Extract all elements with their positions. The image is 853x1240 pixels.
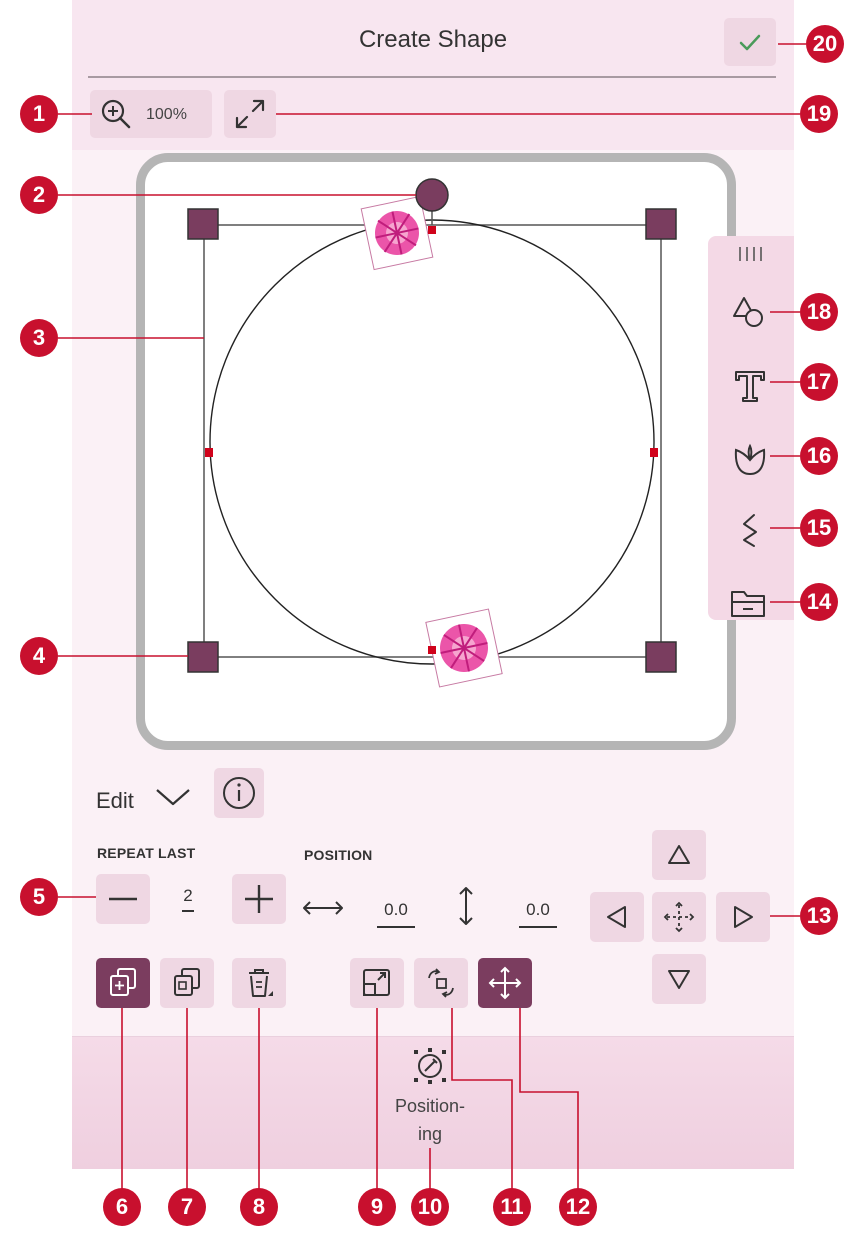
callout-14: 14 [800, 583, 838, 621]
callout-20: 20 [806, 25, 844, 63]
callout-6: 6 [103, 1188, 141, 1226]
callout-13: 13 [800, 897, 838, 935]
callout-2: 2 [20, 176, 58, 214]
callout-11: 11 [493, 1188, 531, 1226]
callout-12: 12 [559, 1188, 597, 1226]
callout-15: 15 [800, 509, 838, 547]
callout-10: 10 [411, 1188, 449, 1226]
callout-5: 5 [20, 878, 58, 916]
callout-8: 8 [240, 1188, 278, 1226]
callout-4: 4 [20, 637, 58, 675]
callout-17: 17 [800, 363, 838, 401]
callout-9: 9 [358, 1188, 396, 1226]
callout-19: 19 [800, 95, 838, 133]
callout-18: 18 [800, 293, 838, 331]
callout-3: 3 [20, 319, 58, 357]
callout-7: 7 [168, 1188, 206, 1226]
callout-1: 1 [20, 95, 58, 133]
callout-lines [58, 43, 806, 1190]
callout-16: 16 [800, 437, 838, 475]
